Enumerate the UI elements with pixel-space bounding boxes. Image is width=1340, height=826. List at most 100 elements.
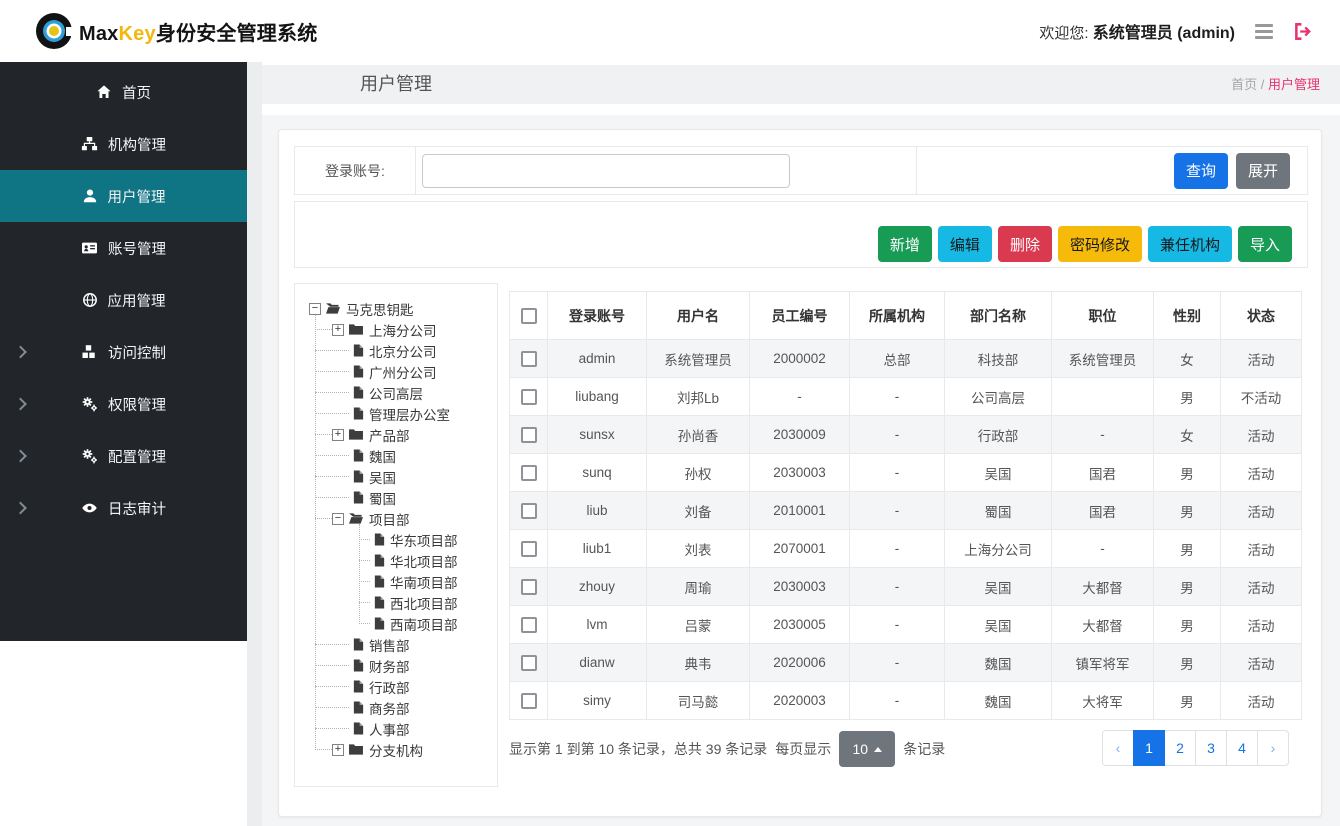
caret-up-icon	[874, 747, 882, 752]
row-checkbox[interactable]	[521, 617, 537, 633]
select-all-checkbox[interactable]	[521, 308, 537, 324]
row-checkbox[interactable]	[521, 541, 537, 557]
sidebar-item-user[interactable]: 用户管理	[0, 170, 247, 222]
page-size-dropdown[interactable]: 10	[839, 731, 895, 767]
table-row[interactable]: dianw典韦2020006-魏国镇军将军男活动	[510, 644, 1302, 682]
tree-node-label[interactable]: 财务部	[369, 656, 410, 676]
tree-node-label[interactable]: 行政部	[369, 677, 410, 697]
tree-node-label[interactable]: 马克思钥匙	[346, 299, 414, 319]
table-row[interactable]: sunsx孙尚香2030009-行政部-女活动	[510, 416, 1302, 454]
page-button-4[interactable]: 4	[1226, 730, 1258, 766]
tree-node-label[interactable]: 管理层办公室	[369, 404, 450, 424]
tree-node-label[interactable]: 广州分公司	[369, 362, 437, 382]
sidebar-item-label: 权限管理	[108, 394, 166, 415]
next-page-button[interactable]: ›	[1257, 730, 1289, 766]
login-account-input[interactable]	[422, 154, 790, 188]
table-row[interactable]: lvm吕蒙2030005-吴国大都督男活动	[510, 606, 1302, 644]
table-row[interactable]: liub1刘表2070001-上海分公司-男活动	[510, 530, 1302, 568]
table-cell: 2030005	[750, 606, 850, 644]
chevron-right-icon	[14, 502, 27, 515]
tree-node-label[interactable]: 西南项目部	[390, 614, 458, 634]
tree-toggle[interactable]: +	[332, 429, 344, 441]
tree-node-label[interactable]: 公司高层	[369, 383, 423, 403]
row-checkbox[interactable]	[521, 579, 537, 595]
tree-toggle[interactable]: −	[309, 303, 321, 315]
table-cell: liub	[548, 492, 647, 530]
sidebar-item-account[interactable]: 账号管理	[0, 222, 247, 274]
tree-node-label[interactable]: 华北项目部	[390, 551, 458, 571]
row-checkbox[interactable]	[521, 427, 537, 443]
sidebar-item-access[interactable]: 访问控制	[0, 326, 247, 378]
import-button[interactable]: 导入	[1238, 226, 1292, 262]
sidebar-item-perm[interactable]: 权限管理	[0, 378, 247, 430]
tree-node-label[interactable]: 吴国	[369, 467, 396, 487]
edit-button[interactable]: 编辑	[938, 226, 992, 262]
tree-node-label[interactable]: 产品部	[369, 425, 410, 445]
sidebar-item-app[interactable]: 应用管理	[0, 274, 247, 326]
tree-node-label[interactable]: 销售部	[369, 635, 410, 655]
page-size-value: 10	[852, 741, 868, 757]
expand-button[interactable]: 展开	[1236, 153, 1290, 189]
logout-icon[interactable]	[1293, 22, 1312, 41]
tree-node-label[interactable]: 魏国	[369, 446, 396, 466]
row-checkbox[interactable]	[521, 693, 537, 709]
table-row[interactable]: sunq孙权2030003-吴国国君男活动	[510, 454, 1302, 492]
row-checkbox[interactable]	[521, 503, 537, 519]
row-checkbox[interactable]	[521, 465, 537, 481]
table-cell: 男	[1154, 644, 1221, 682]
menu-toggle-icon[interactable]	[1252, 21, 1276, 42]
tree-node-label[interactable]: 上海分公司	[369, 320, 437, 340]
table-row[interactable]: liubang刘邦Lb--公司高层男不活动	[510, 378, 1302, 416]
tree-node-label[interactable]: 华东项目部	[390, 530, 458, 550]
table-cell: 女	[1154, 340, 1221, 378]
tree-toggle[interactable]: +	[332, 324, 344, 336]
table-cell	[1052, 378, 1154, 416]
concurrent-org-button[interactable]: 兼任机构	[1148, 226, 1232, 262]
table-cell: 孙权	[647, 454, 750, 492]
tree-node-label[interactable]: 蜀国	[369, 488, 396, 508]
tree-node-label[interactable]: 人事部	[369, 719, 410, 739]
tree-node: 广州分公司	[315, 361, 497, 382]
table-cell: 2020003	[750, 682, 850, 720]
breadcrumb-home[interactable]: 首页	[1231, 77, 1257, 92]
eye-icon	[81, 500, 98, 516]
tree-node-label[interactable]: 西北项目部	[390, 593, 458, 613]
row-checkbox[interactable]	[521, 655, 537, 671]
column-header: 所属机构	[850, 292, 945, 340]
tree-node-label[interactable]: 华南项目部	[390, 572, 458, 592]
sidebar-item-audit[interactable]: 日志审计	[0, 482, 247, 534]
sidebar-item-config[interactable]: 配置管理	[0, 430, 247, 482]
tree-toggle[interactable]: −	[332, 513, 344, 525]
table-row[interactable]: liub刘备2010001-蜀国国君男活动	[510, 492, 1302, 530]
delete-button[interactable]: 删除	[998, 226, 1052, 262]
sidebar-scrollbar[interactable]	[247, 62, 262, 826]
table-row[interactable]: admin系统管理员2000002总部科技部系统管理员女活动	[510, 340, 1302, 378]
page-button-3[interactable]: 3	[1195, 730, 1227, 766]
table-row[interactable]: simy司马懿2020003-魏国大将军男活动	[510, 682, 1302, 720]
row-checkbox[interactable]	[521, 351, 537, 367]
tree-node-label[interactable]: 商务部	[369, 698, 410, 718]
add-button[interactable]: 新增	[878, 226, 932, 262]
table-row[interactable]: zhouy周瑜2030003-吴国大都督男活动	[510, 568, 1302, 606]
page-button-2[interactable]: 2	[1164, 730, 1196, 766]
tree-node-label[interactable]: 北京分公司	[369, 341, 437, 361]
tree-toggle[interactable]: +	[332, 744, 344, 756]
row-checkbox[interactable]	[521, 389, 537, 405]
brand-title: MaxKey身份安全管理系统	[79, 17, 317, 46]
file-icon	[353, 659, 364, 672]
query-button[interactable]: 查询	[1174, 153, 1228, 189]
table-cell: 刘备	[647, 492, 750, 530]
prev-page-button[interactable]: ‹	[1102, 730, 1134, 766]
page-button-1[interactable]: 1	[1133, 730, 1165, 766]
page-title: 用户管理	[360, 65, 432, 104]
tree-node: 西北项目部	[359, 592, 497, 613]
file-icon	[374, 554, 385, 567]
change-password-button[interactable]: 密码修改	[1058, 226, 1142, 262]
tree-node-label[interactable]: 项目部	[369, 509, 410, 529]
table-cell: 国君	[1052, 454, 1154, 492]
tree-node-label[interactable]: 分支机构	[369, 740, 423, 760]
row-checkbox-cell	[510, 416, 548, 454]
sidebar-item-org[interactable]: 机构管理	[0, 118, 247, 170]
sidebar-item-home[interactable]: 首页	[0, 66, 247, 118]
table-cell: 2070001	[750, 530, 850, 568]
